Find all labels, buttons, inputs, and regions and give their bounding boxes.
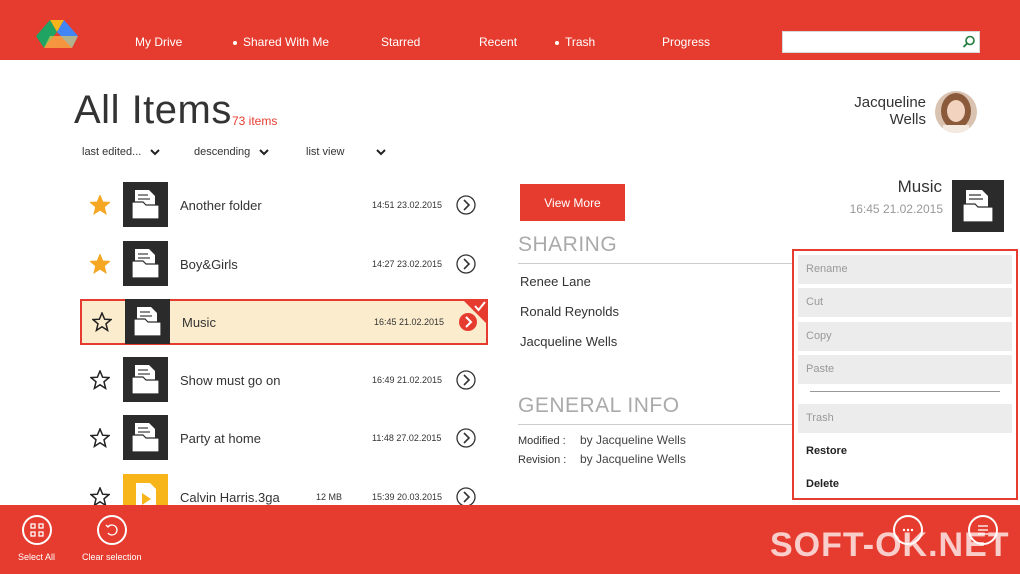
sort-field-dropdown[interactable]: last edited...: [82, 146, 161, 158]
nav-shared-label: Shared With Me: [243, 35, 330, 49]
nav-shared-with-me[interactable]: Shared With Me: [233, 35, 329, 49]
clear-selection-button[interactable]: Clear selection: [82, 515, 142, 562]
shared-user: Ronald Reynolds: [520, 304, 620, 319]
file-row[interactable]: Music 16:45 21.02.2015: [80, 299, 488, 345]
file-date: 11:48 27.02.2015: [372, 433, 442, 443]
star-outline-icon[interactable]: [92, 312, 112, 332]
modified-label: Modified :: [518, 435, 566, 447]
folder-icon: [123, 241, 168, 286]
chevron-right-icon[interactable]: [456, 487, 476, 507]
file-row[interactable]: Another folder 14:51 23.02.2015: [80, 182, 488, 228]
file-row[interactable]: Boy&Girls 14:27 23.02.2015: [80, 241, 488, 287]
chevron-right-icon[interactable]: [456, 254, 476, 274]
revision-by: by Jacqueline Wells: [580, 452, 686, 466]
chevron-right-icon[interactable]: [456, 370, 476, 390]
nav-marker-icon: [555, 40, 559, 45]
star-outline-icon[interactable]: [90, 487, 110, 507]
top-bar: My Drive Shared With Me Starred Recent T…: [0, 0, 1020, 60]
sort-field-label: last edited...: [82, 146, 142, 158]
menu-item-delete[interactable]: Delete: [798, 470, 1012, 499]
clear-selection-label: Clear selection: [82, 552, 142, 562]
nav-progress[interactable]: Progress: [662, 35, 710, 49]
context-menu: Rename Cut Copy Paste Trash Restore Dele…: [792, 249, 1018, 500]
nav-starred[interactable]: Starred: [381, 35, 420, 49]
user-name[interactable]: Jacqueline Wells: [854, 94, 926, 128]
user-first-name: Jacqueline: [854, 94, 926, 111]
folder-icon: [123, 357, 168, 402]
file-date: 16:45 21.02.2015: [374, 317, 445, 327]
folder-icon: [123, 415, 168, 460]
star-outline-icon[interactable]: [90, 370, 110, 390]
menu-item-paste[interactable]: Paste: [798, 355, 1012, 384]
view-mode-dropdown[interactable]: list view: [306, 146, 386, 158]
search-input[interactable]: [783, 32, 959, 52]
folder-icon: [952, 180, 1004, 232]
folder-icon: [123, 182, 168, 227]
select-all-button[interactable]: Select All: [18, 515, 55, 562]
search-icon[interactable]: [961, 34, 977, 50]
file-name: Another folder: [180, 198, 262, 213]
menu-item-rename[interactable]: Rename: [798, 255, 1012, 284]
file-row[interactable]: Party at home 11:48 27.02.2015: [80, 415, 488, 461]
chevron-down-icon: [375, 148, 386, 156]
sort-order-label: descending: [194, 146, 251, 158]
shared-user: Renee Lane: [520, 274, 591, 289]
file-name: Calvin Harris.3ga: [180, 490, 280, 505]
nav-my-drive[interactable]: My Drive: [135, 35, 182, 49]
chevron-down-icon: [259, 148, 270, 156]
menu-separator: [810, 391, 1000, 392]
nav-trash-label: Trash: [565, 35, 596, 49]
file-size: 12 MB: [316, 492, 343, 502]
detail-date: 16:45 21.02.2015: [849, 202, 943, 216]
general-info-heading: GENERAL INFO: [518, 394, 680, 417]
view-more-button[interactable]: View More: [520, 184, 625, 221]
folder-icon: [125, 299, 170, 344]
star-filled-icon[interactable]: [90, 254, 110, 274]
chevron-down-icon: [150, 148, 161, 156]
general-info-divider: [518, 424, 798, 425]
shared-user: Jacqueline Wells: [520, 334, 618, 349]
search-box: [782, 31, 980, 53]
file-name: Boy&Girls: [180, 257, 238, 272]
menu-item-cut[interactable]: Cut: [798, 288, 1012, 317]
check-icon: [462, 299, 488, 325]
file-date: 14:27 23.02.2015: [372, 259, 443, 269]
file-date: 15:39 20.03.2015: [372, 492, 443, 502]
file-row[interactable]: Show must go on 16:49 21.02.2015: [80, 357, 488, 403]
select-all-label: Select All: [18, 552, 56, 562]
google-drive-logo-icon[interactable]: [36, 20, 78, 50]
star-filled-icon[interactable]: [90, 195, 110, 215]
user-avatar-icon[interactable]: [935, 91, 977, 133]
file-date: 16:49 21.02.2015: [372, 375, 443, 385]
sort-order-dropdown[interactable]: descending: [194, 146, 270, 158]
chevron-right-icon[interactable]: [456, 428, 476, 448]
page-title: All Items: [74, 88, 232, 132]
revision-label: Revision :: [518, 454, 567, 466]
menu-item-restore[interactable]: Restore: [798, 437, 1012, 466]
nav-trash[interactable]: Trash: [555, 35, 595, 49]
user-last-name: Wells: [889, 111, 926, 128]
modified-by: by Jacqueline Wells: [580, 433, 686, 447]
nav-marker-icon: [233, 40, 237, 45]
star-outline-icon[interactable]: [90, 428, 110, 448]
menu-item-copy[interactable]: Copy: [798, 322, 1012, 351]
sharing-divider: [518, 263, 798, 264]
menu-item-trash[interactable]: Trash: [798, 404, 1012, 433]
nav-recent[interactable]: Recent: [479, 35, 517, 49]
view-mode-label: list view: [306, 146, 345, 158]
item-count: 73 items: [232, 114, 278, 128]
file-name: Music: [182, 315, 216, 330]
file-name: Party at home: [180, 431, 261, 446]
file-date: 14:51 23.02.2015: [372, 200, 443, 210]
file-name: Show must go on: [180, 373, 281, 388]
detail-title: Music: [897, 177, 942, 196]
sharing-heading: SHARING: [518, 233, 618, 256]
chevron-right-icon[interactable]: [456, 195, 476, 215]
grid-icon: [21, 515, 52, 545]
watermark: SOFT-OK.NET: [770, 526, 1010, 564]
clear-selection-icon: [96, 515, 127, 545]
